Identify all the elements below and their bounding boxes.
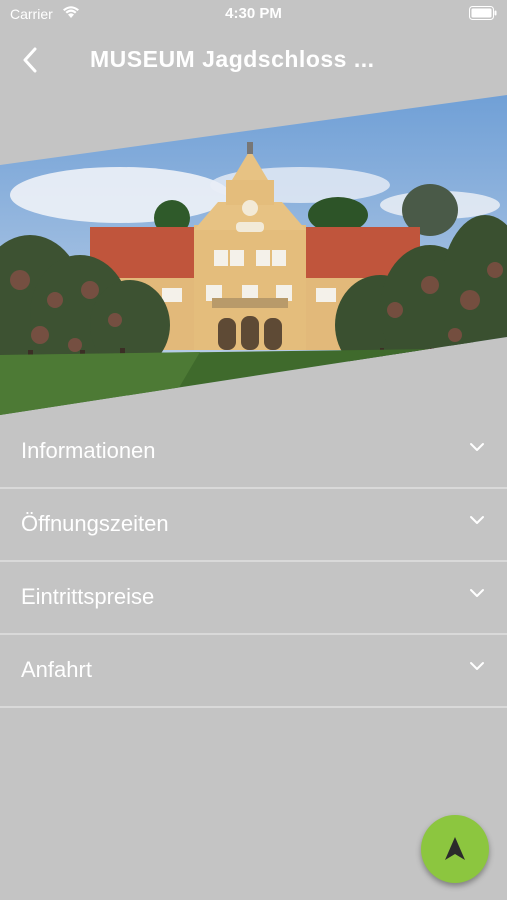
- accordion-item-label: Eintrittspreise: [21, 584, 155, 609]
- page-title: MUSEUM Jagdschloss ...: [90, 46, 375, 72]
- chevron-down-icon: [470, 516, 484, 524]
- info-accordion: Informationen Öffnungszeiten Eintrittspr…: [0, 416, 507, 708]
- chevron-down-icon: [470, 589, 484, 597]
- navigation-arrow-icon: [445, 837, 465, 860]
- chevron-down-icon: [470, 662, 484, 670]
- accordion-item-informationen[interactable]: Informationen: [0, 416, 507, 489]
- accordion-item-eintrittspreise[interactable]: Eintrittspreise: [0, 562, 507, 635]
- navigation-bar: MUSEUM Jagdschloss ...: [0, 28, 507, 92]
- accordion-item-anfahrt[interactable]: Anfahrt: [0, 635, 507, 708]
- back-button[interactable]: [12, 42, 48, 78]
- chevron-down-icon: [470, 443, 484, 451]
- navigate-button[interactable]: [421, 815, 489, 883]
- status-time: 4:30 PM: [225, 5, 282, 22]
- chevron-left-icon: [23, 47, 37, 73]
- accordion-item-label: Anfahrt: [21, 657, 92, 682]
- accordion-item-label: Öffnungszeiten: [21, 511, 169, 536]
- hero-image: [0, 95, 507, 415]
- accordion-item-label: Informationen: [21, 438, 156, 463]
- status-bar: Carrier 4:30 PM: [0, 0, 507, 28]
- accordion-item-oeffnungszeiten[interactable]: Öffnungszeiten: [0, 489, 507, 562]
- battery-icon: [469, 6, 497, 25]
